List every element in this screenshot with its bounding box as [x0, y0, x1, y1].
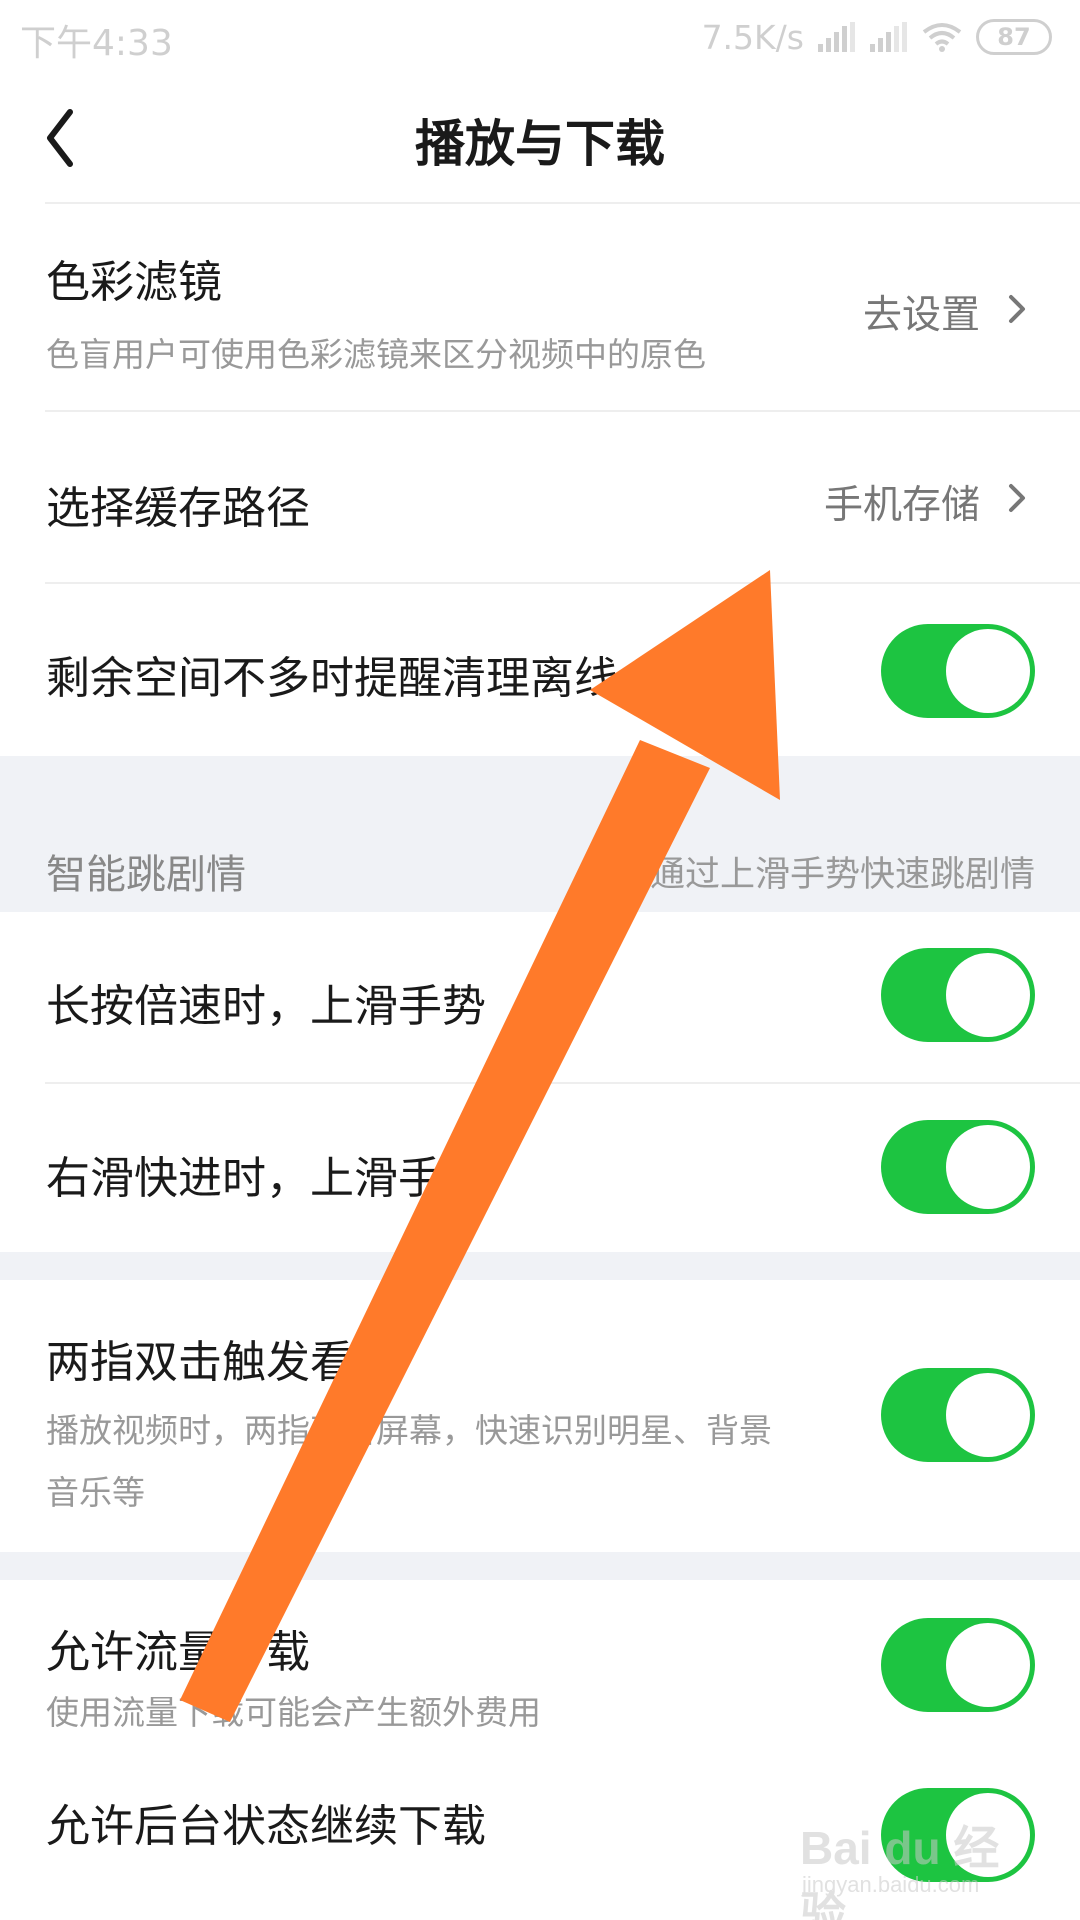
two-finger-tap-subtitle-line2: 音乐等 — [46, 1473, 145, 1512]
cache-path-value: 手机存储 — [823, 483, 980, 528]
status-indicators: 7.5K/s 87 — [702, 16, 1052, 58]
mobile-data-download-title: 允许流量下载 — [46, 1627, 310, 1678]
baidu-jingyan-watermark: Bai du 经验 jingyan.baidu.com — [800, 1812, 1020, 1920]
section-separator — [0, 1552, 1080, 1580]
color-filter-action[interactable]: 去设置 — [863, 284, 980, 340]
two-finger-tap-subtitle-line1: 播放视频时，两指双击屏幕，快速识别明星、背景 — [46, 1411, 772, 1450]
wifi-icon — [922, 23, 962, 52]
page-title: 播放与下载 — [415, 115, 665, 173]
long-press-swipe-title: 长按倍速时，上滑手势 — [46, 981, 486, 1032]
toggle-knob — [946, 629, 1030, 713]
signal-icon-2 — [870, 22, 907, 52]
two-finger-tap-row: 两指双击触发看视 播放视频时，两指双击屏幕，快速识别明星、背景 音乐等 — [0, 1280, 1080, 1552]
battery-indicator: 87 — [976, 19, 1052, 55]
color-filter-title: 色彩滤镜 — [46, 257, 222, 308]
section-title: 智能跳剧情 — [46, 852, 246, 898]
status-bar: 下午4:33 7.5K/s 87 — [0, 0, 1080, 76]
network-speed: 7.5K/s — [701, 17, 804, 57]
watermark-logo: Bai du 经验 — [800, 1822, 1000, 1920]
background-download-title: 允许后台状态继续下载 — [46, 1801, 486, 1852]
right-swipe-gesture-row: 右滑快进时，上滑手势 — [0, 1084, 1080, 1252]
mobile-data-download-toggle[interactable] — [881, 1618, 1035, 1712]
right-swipe-gesture-toggle[interactable] — [881, 1120, 1035, 1214]
mobile-data-download-subtitle: 使用流量下载可能会产生额外费用 — [46, 1693, 541, 1732]
low-space-reminder-toggle[interactable] — [881, 624, 1035, 718]
section-separator — [0, 1252, 1080, 1280]
section-note: 通过上滑手势快速跳剧情 — [649, 855, 1035, 895]
mobile-data-download-row: 允许流量下载 使用流量下载可能会产生额外费用 — [0, 1580, 1080, 1760]
low-space-reminder-row: 剩余空间不多时提醒清理离线 — [0, 584, 1080, 756]
color-filter-row[interactable]: 色彩滤镜 色盲用户可使用色彩滤镜来区分视频中的原色 去设置 — [0, 204, 1080, 412]
right-swipe-gesture-title: 右滑快进时，上滑手势 — [46, 1153, 486, 1204]
chevron-right-icon — [1009, 484, 1025, 512]
smart-skip-section-header: 智能跳剧情 通过上滑手势快速跳剧情 — [0, 756, 1080, 912]
cache-path-title: 选择缓存路径 — [46, 483, 310, 534]
nav-bar: 播放与下载 — [0, 76, 1080, 202]
color-filter-subtitle: 色盲用户可使用色彩滤镜来区分视频中的原色 — [46, 335, 706, 374]
long-press-swipe-toggle[interactable] — [881, 948, 1035, 1042]
signal-icon — [818, 22, 855, 52]
toggle-knob — [946, 1373, 1030, 1457]
two-finger-tap-title: 两指双击触发看视 — [46, 1337, 398, 1388]
status-time: 下午4:33 — [20, 23, 173, 64]
toggle-knob — [946, 1623, 1030, 1707]
low-space-reminder-title: 剩余空间不多时提醒清理离线 — [46, 653, 618, 704]
two-finger-tap-toggle[interactable] — [881, 1368, 1035, 1462]
watermark-url: jingyan.baidu.com — [802, 1872, 980, 1897]
cache-path-row[interactable]: 选择缓存路径 手机存储 — [0, 412, 1080, 584]
chevron-right-icon — [1009, 295, 1025, 323]
toggle-knob — [946, 1125, 1030, 1209]
toggle-knob — [946, 953, 1030, 1037]
long-press-swipe-row: 长按倍速时，上滑手势 — [0, 912, 1080, 1084]
